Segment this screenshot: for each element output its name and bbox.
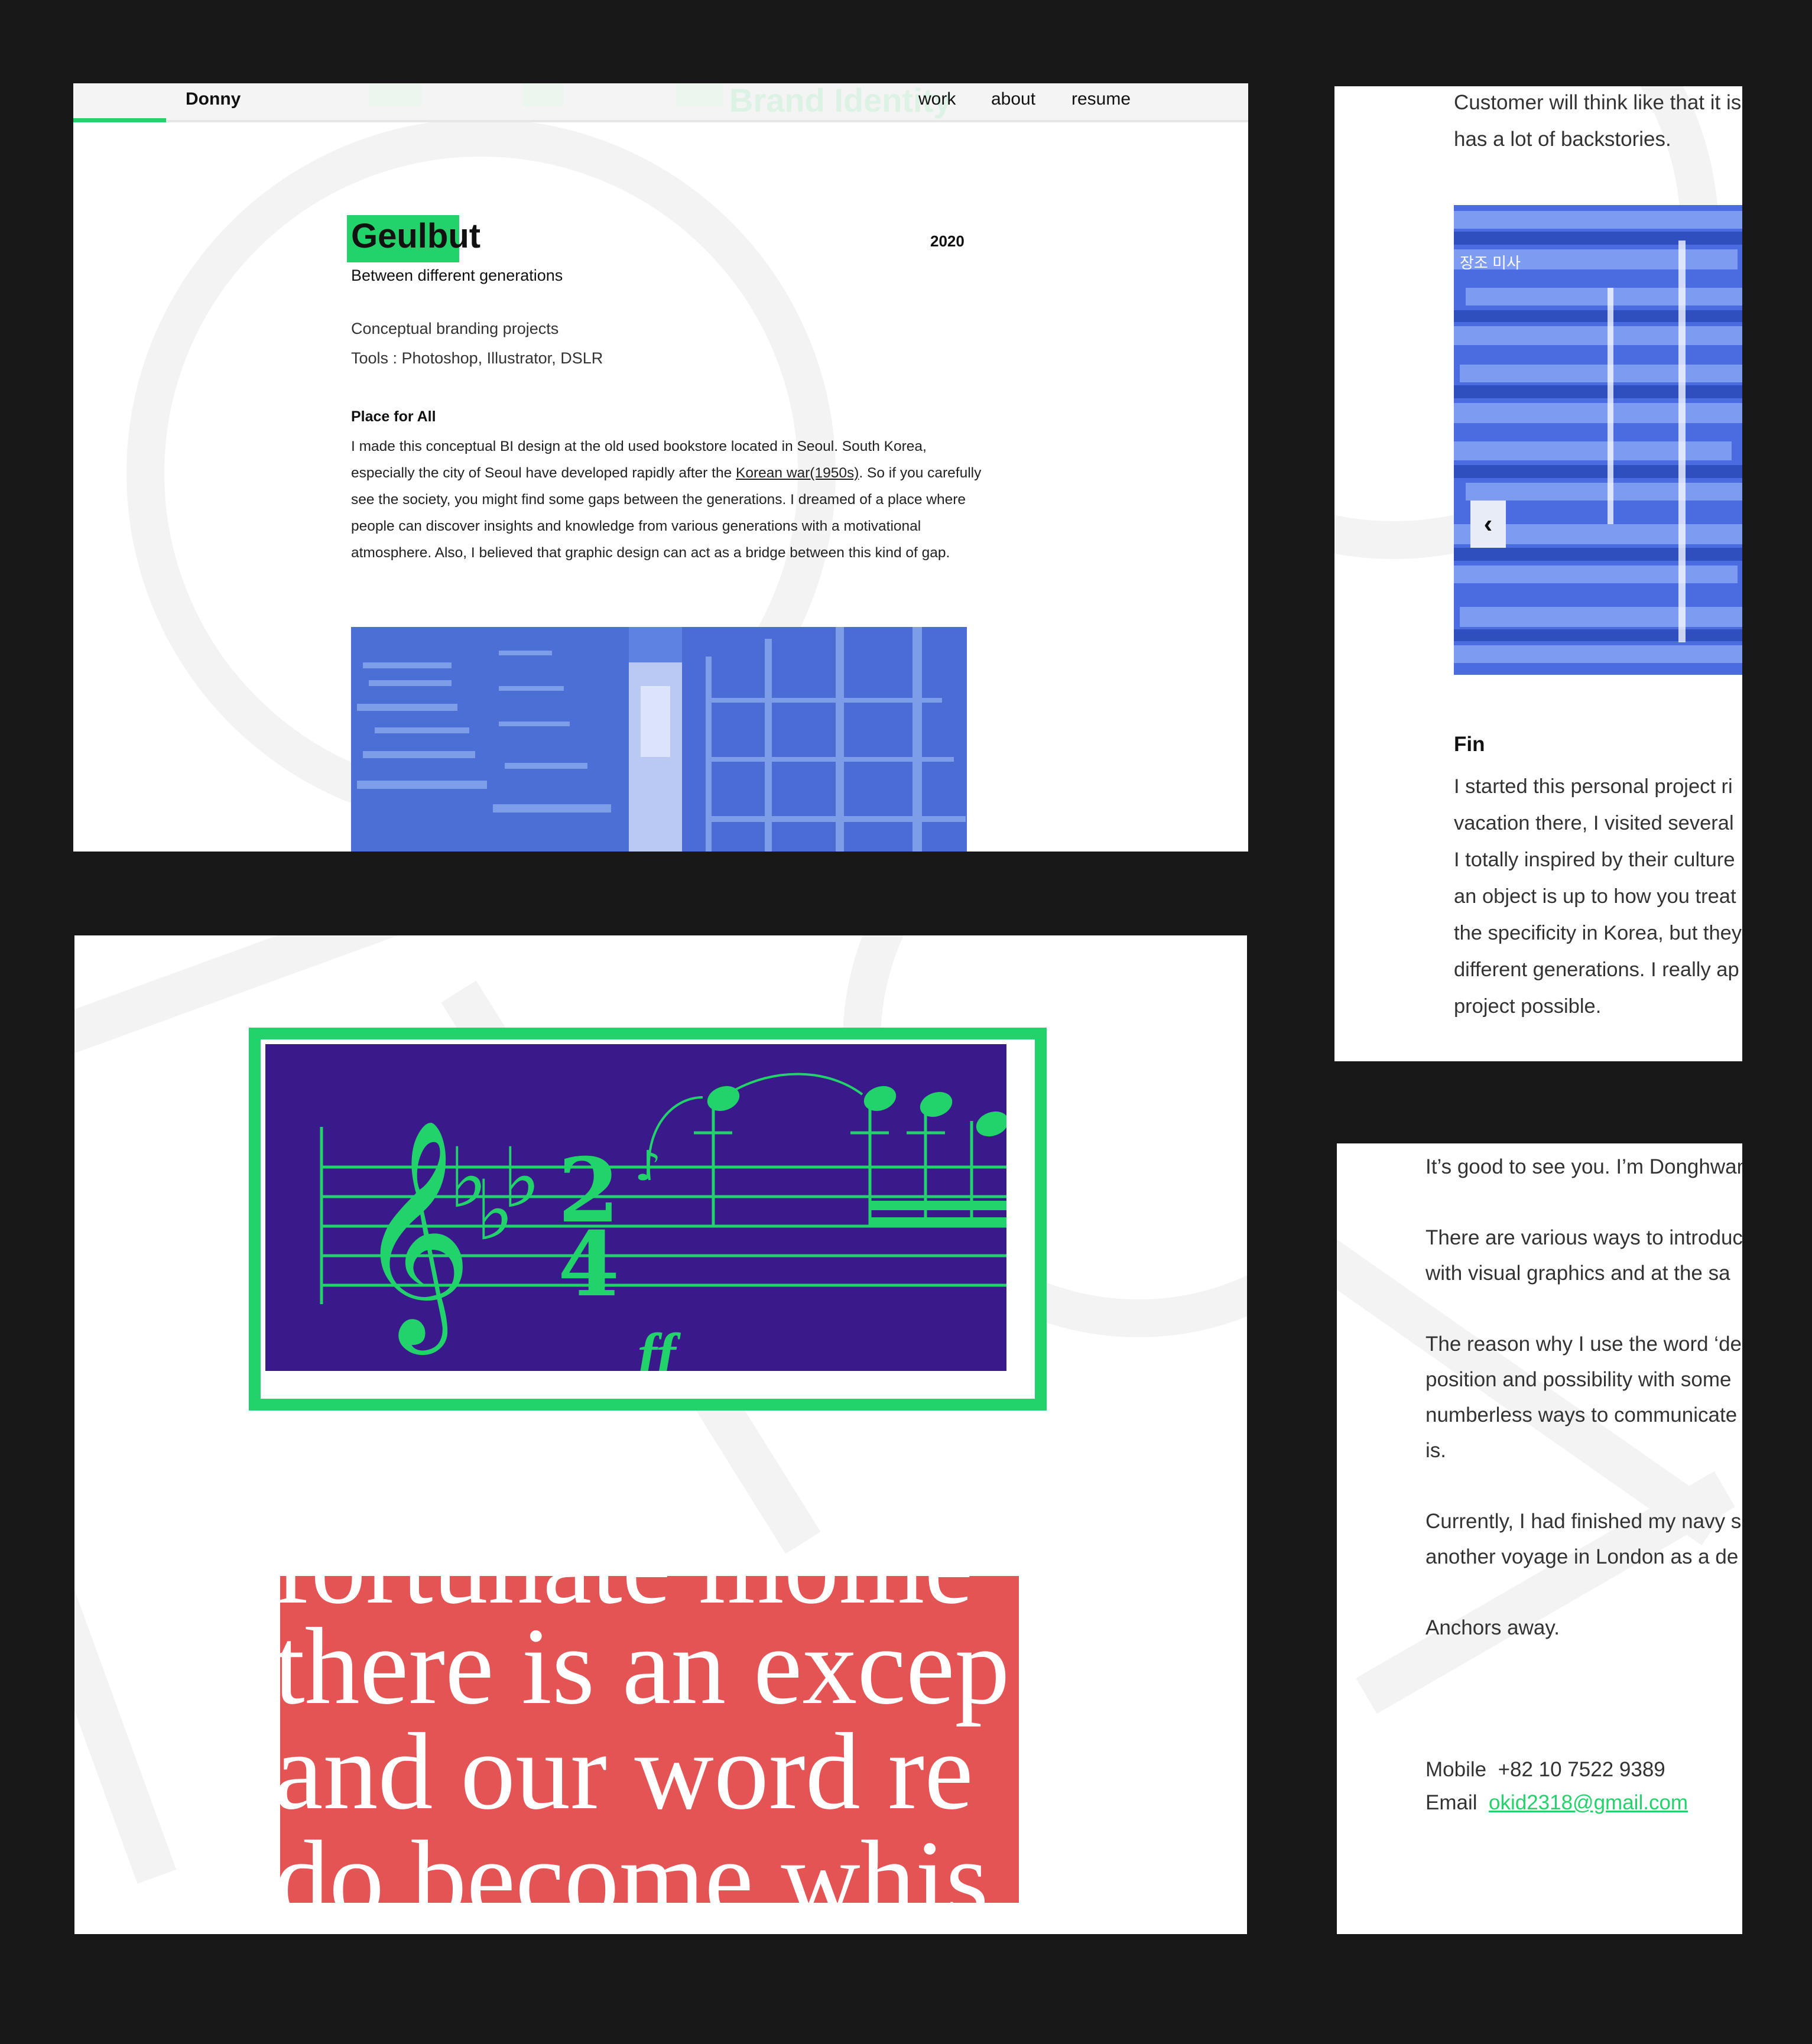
music-score-graphic: 𝄞 ♭ ♭ ♭ 2 4 ♪ ff [265, 1044, 1006, 1371]
top-navigation: Brand Identity Donny work about resume [73, 83, 1248, 122]
project-description: I made this conceptual BI design at the … [351, 433, 983, 566]
fin-line: project possible. [1454, 995, 1602, 1018]
about-text-line: It’s good to see you. I’m Donghwan [1425, 1155, 1742, 1178]
site-logo-text[interactable]: Donny [186, 89, 241, 109]
fin-line: I totally inspired by their culture [1454, 849, 1735, 871]
carousel-prev-button[interactable]: ‹ [1470, 501, 1506, 548]
about-text-line: with visual graphics and at the sa [1425, 1262, 1730, 1285]
project-subtitle: Between different generations [351, 267, 563, 284]
nav-link-resume[interactable]: resume [1071, 89, 1131, 109]
chevron-left-icon: ‹ [1483, 509, 1493, 538]
about-text-line: numberless ways to communicate [1425, 1403, 1738, 1426]
fin-line: I started this personal project ri [1454, 775, 1733, 798]
fin-heading: Fin [1454, 733, 1485, 756]
faded-thumbnail [369, 83, 422, 106]
about-closing-line: Anchors away. [1425, 1616, 1560, 1639]
intro-text-line: has a lot of backstories. [1454, 128, 1671, 151]
email-link[interactable]: okid2318@gmail.com [1489, 1791, 1688, 1814]
svg-text:♪: ♪ [635, 1142, 661, 1190]
about-text-line: another voyage in London as a de [1425, 1545, 1739, 1568]
fin-line: vacation there, I visited several [1454, 812, 1734, 834]
section-heading: Place for All [351, 408, 436, 425]
svg-text:4: 4 [558, 1213, 619, 1317]
bookstore-photo: › [351, 627, 967, 852]
nav-link-about[interactable]: about [991, 89, 1035, 109]
faded-thumbnail [676, 83, 723, 106]
project-type: Conceptual branding projects [351, 320, 559, 337]
music-staff-illustration: 𝄞 ♭ ♭ ♭ 2 4 ♪ [265, 1044, 1006, 1371]
background-stroke [74, 1481, 177, 1884]
visual-showcase-panel: 𝄞 ♭ ♭ ♭ 2 4 ♪ ff fortunate mome there is… [74, 935, 1247, 1934]
about-panel: It’s good to see you. I’m Donghwan There… [1337, 1143, 1742, 1934]
background-stroke [1356, 1471, 1735, 1714]
cassette-label: 장조 미사 [1460, 254, 1521, 272]
project-title: Geulbut [351, 217, 481, 255]
about-text-line: position and possibility with some [1425, 1368, 1732, 1391]
svg-text:♭: ♭ [502, 1130, 541, 1227]
project-year: 2020 [930, 232, 965, 250]
about-text-line: is. [1425, 1439, 1446, 1462]
intro-text-line: Customer will think like that it is [1454, 91, 1742, 114]
poster-text-line: do become whis [280, 1818, 989, 1903]
mobile-label: Mobile [1425, 1758, 1487, 1781]
email-label: Email [1425, 1791, 1477, 1814]
fin-line: different generations. I really ap [1454, 958, 1739, 981]
contact-mobile: Mobile +82 10 7522 9389 [1425, 1758, 1665, 1782]
korean-war-link[interactable]: Korean war(1950s) [736, 465, 859, 481]
project-tools: Tools : Photoshop, Illustrator, DSLR [351, 349, 603, 367]
fin-line: an object is up to how you treat [1454, 885, 1736, 908]
typography-poster: fortunate mome there is an excep and our… [280, 1576, 1019, 1903]
poster-text-line: and our word re [280, 1711, 973, 1832]
dynamic-marking: ff [638, 1321, 676, 1372]
contact-email: Email okid2318@gmail.com [1425, 1791, 1688, 1815]
faded-thumbnail [522, 83, 564, 106]
about-text-line: There are various ways to introduc [1425, 1226, 1742, 1249]
poster-text-line: there is an excep [280, 1606, 1010, 1727]
project-details-panel: Customer will think like that it is has … [1334, 86, 1742, 1061]
about-text-line: The reason why I use the word ‘de [1425, 1333, 1742, 1356]
project-page-panel: Brand Identity Donny work about resume G… [73, 83, 1248, 852]
nav-link-work[interactable]: work [918, 89, 956, 109]
mobile-value: +82 10 7522 9389 [1498, 1758, 1665, 1781]
cassette-stack-illustration [1454, 205, 1742, 675]
fin-paragraph: I started this personal project ri vacat… [1454, 768, 1742, 1025]
bookstore-illustration [351, 627, 967, 852]
active-nav-indicator [73, 118, 166, 122]
about-text-line: Currently, I had finished my navy s [1425, 1510, 1742, 1533]
cassette-stack-photo: 장조 미사 ‹ [1454, 205, 1742, 675]
fin-line: the specificity in Korea, but they [1454, 922, 1742, 944]
music-poster-frame: 𝄞 ♭ ♭ ♭ 2 4 ♪ ff [249, 1028, 1047, 1411]
